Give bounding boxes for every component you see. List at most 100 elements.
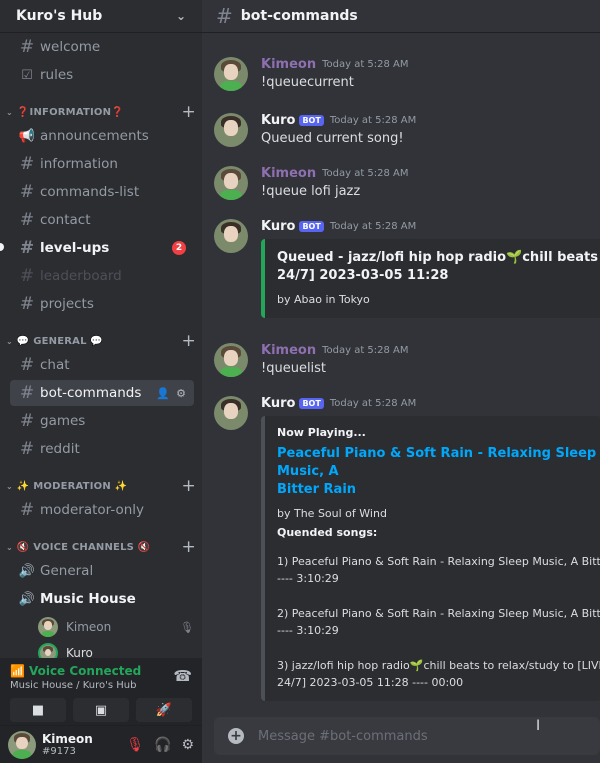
category-general[interactable]: ⌄ 💬 GENERAL 💬 + [4, 331, 196, 351]
channel-rules[interactable]: ☑ rules [10, 62, 194, 88]
voice-user-name: Kimeon [66, 620, 112, 634]
message-list: Kimeon Today at 5:28 AM !queuecurrent Ku… [202, 33, 600, 713]
user-tag: #9173 [42, 745, 76, 757]
gear-icon[interactable]: ⚙ [181, 737, 194, 753]
voice-connection-panel: 📶 Voice Connected Music House / Kuro's H… [0, 658, 202, 726]
message-timestamp: Today at 5:28 AM [329, 398, 417, 409]
mic-muted-icon[interactable]: 🎙 [126, 737, 144, 753]
channel-contact[interactable]: # contact [10, 207, 194, 233]
hash-icon: # [19, 500, 35, 520]
add-channel-icon[interactable]: + [182, 102, 196, 122]
channel-label: leaderboard [40, 268, 122, 284]
message-author[interactable]: Kuro [261, 113, 295, 128]
channel-moderator-only[interactable]: # moderator-only [10, 497, 194, 523]
message-author[interactable]: Kimeon [261, 166, 316, 181]
avatar[interactable] [214, 396, 248, 430]
channel-label: projects [40, 296, 94, 312]
queue-list-embed: Now Playing... Peaceful Piano & Soft Rai… [261, 416, 600, 701]
channel-projects[interactable]: # projects [10, 291, 194, 317]
queue-item: ---- 3:10:29 [277, 624, 339, 637]
gear-icon[interactable]: ⚙ [176, 387, 186, 400]
message-author[interactable]: Kimeon [261, 57, 316, 72]
avatar[interactable] [214, 219, 248, 253]
unread-indicator [0, 243, 4, 251]
avatar[interactable] [214, 57, 248, 91]
hash-icon: # [19, 355, 35, 375]
message-input[interactable] [258, 728, 508, 744]
channel-announcements[interactable]: 📢 announcements [10, 123, 194, 149]
embed-title: 24/7] 2023-03-05 11:28 [277, 268, 449, 283]
screen-share-button[interactable]: ▣ [73, 698, 129, 722]
channel-chat[interactable]: # chat [10, 352, 194, 378]
server-name: Kuro's Hub [16, 8, 103, 24]
avatar[interactable] [214, 113, 248, 147]
channel-label: welcome [40, 39, 101, 55]
hash-icon: # [19, 238, 35, 258]
mention-badge: 2 [172, 241, 186, 255]
caret-down-icon: ⌄ [6, 107, 13, 117]
user-panel: Kimeon #9173 🎙 🎧 ⚙ [0, 726, 202, 763]
avatar[interactable] [214, 343, 248, 377]
embed-song-link[interactable]: Bitter Rain [277, 481, 600, 499]
channel-label: Music House [40, 591, 136, 607]
queue-item: 3) jazz/lofi hip hop radio🌱chill beats t… [277, 659, 600, 672]
channel-label: moderator-only [40, 502, 145, 518]
hash-icon: # [19, 37, 35, 57]
avatar[interactable] [214, 166, 248, 200]
channel-header: # bot-commands [202, 0, 600, 33]
server-header[interactable]: Kuro's Hub ⌄ [0, 0, 202, 33]
attach-icon[interactable]: + [228, 728, 244, 744]
voice-user-kimeon[interactable]: Kimeon 🎙 [38, 615, 194, 639]
channel-label: rules [40, 67, 74, 83]
avatar[interactable] [8, 730, 36, 759]
queue-item: ---- 3:10:29 [277, 572, 339, 585]
channel-reddit[interactable]: # reddit [10, 436, 194, 462]
category-label: 💬 GENERAL 💬 [16, 335, 104, 347]
message-author[interactable]: Kuro [261, 396, 295, 411]
channel-bot-commands[interactable]: # bot-commands 👤 ⚙ [10, 380, 194, 406]
voice-status[interactable]: 📶 Voice Connected [10, 664, 141, 678]
add-channel-icon[interactable]: + [182, 537, 196, 557]
checkbox-icon: ☑ [21, 67, 33, 83]
bot-badge: BOT [299, 221, 324, 232]
hash-icon: # [19, 294, 35, 314]
channel-level-ups[interactable]: # level-ups 2 [10, 235, 194, 261]
headphones-icon[interactable]: 🎧 [154, 737, 171, 753]
channel-welcome[interactable]: # welcome [10, 34, 194, 60]
speaker-icon: 🔊 [18, 591, 36, 607]
voice-channel-general[interactable]: 🔊 General [10, 558, 194, 584]
channel-information[interactable]: # information [10, 151, 194, 177]
invite-icon[interactable]: 👤 [156, 387, 170, 400]
voice-status-label: Voice Connected [28, 664, 142, 678]
category-voice[interactable]: ⌄ 🔇 VOICE CHANNELS 🔇 + [4, 537, 196, 557]
channel-leaderboard[interactable]: # leaderboard [10, 263, 194, 289]
hash-icon: # [19, 383, 35, 403]
add-channel-icon[interactable]: + [182, 476, 196, 496]
message-author[interactable]: Kuro [261, 219, 295, 234]
embed-song-link[interactable]: Peaceful Piano & Soft Rain - Relaxing Sl… [277, 445, 600, 481]
avatar [38, 617, 58, 637]
channel-title: bot-commands [240, 8, 358, 24]
channel-label: information [40, 156, 118, 172]
megaphone-icon: 📢 [18, 128, 36, 144]
category-moderation[interactable]: ⌄ ✨ MODERATION ✨ + [4, 476, 196, 496]
embed-author: by Abao in Tokyo [277, 293, 370, 306]
caret-down-icon: ⌄ [6, 336, 13, 346]
channel-label: announcements [40, 128, 149, 144]
channel-games[interactable]: # games [10, 408, 194, 434]
activity-button[interactable]: 🚀 [136, 698, 192, 722]
message-timestamp: Today at 5:28 AM [322, 59, 409, 70]
add-channel-icon[interactable]: + [182, 331, 196, 351]
chevron-down-icon[interactable]: ⌄ [176, 9, 186, 23]
message-author[interactable]: Kimeon [261, 343, 316, 358]
channel-commands-list[interactable]: # commands-list [10, 179, 194, 205]
user-name: Kimeon [42, 731, 93, 746]
message-text: !queuecurrent [261, 75, 354, 90]
message-timestamp: Today at 5:28 AM [322, 168, 409, 179]
voice-channel-music-house[interactable]: 🔊 Music House [10, 586, 194, 612]
video-button[interactable]: ■ [10, 698, 66, 722]
message-text: !queuelist [261, 361, 327, 376]
category-information[interactable]: ⌄ ❓INFORMATION❓ + [4, 102, 196, 122]
category-label: ✨ MODERATION ✨ [16, 480, 128, 492]
disconnect-icon[interactable]: ☎ [173, 667, 192, 685]
